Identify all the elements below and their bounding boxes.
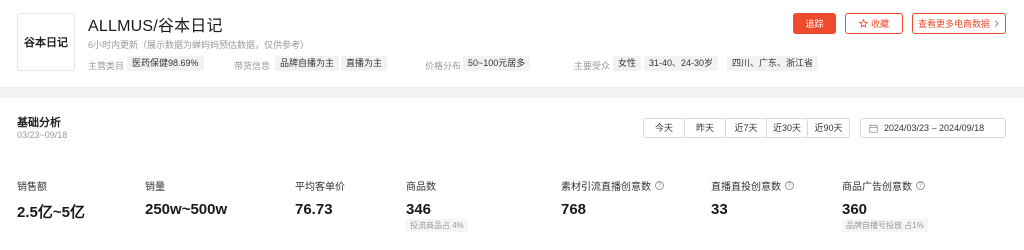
tab-30-days[interactable]: 近30天 — [767, 119, 808, 137]
metric-live-direct-creatives: 直播直投创意数 ? 33 — [711, 178, 794, 218]
track-button[interactable]: 追踪 — [793, 13, 836, 34]
section-date: 03/23~09/18 — [17, 130, 68, 140]
metric-label: 销售额 — [17, 182, 47, 193]
price-label: 价格分布 — [425, 61, 462, 71]
metric-label-text: 商品广告创意数 — [842, 182, 912, 193]
audience-tag: 女性 — [613, 56, 642, 71]
metric-value: 76.73 — [295, 201, 333, 218]
metric-product-count: 商品数 346 投流商品占 4% — [406, 178, 468, 232]
price-tag: 50~100元居多 — [463, 56, 531, 71]
metric-label: 直播直投创意数 ? — [711, 178, 794, 193]
category-tag: 医药保健98.69% — [127, 56, 204, 71]
update-note: 6小时内更新（展示数据为蝉妈妈预估数据，仅供参考） — [88, 40, 310, 50]
shop-logo-text: 谷本日记 — [24, 37, 68, 49]
chevron-right-icon — [994, 20, 999, 27]
metric-live-creatives: 素材引流直播创意数 ? 768 — [561, 178, 664, 218]
metric-sales-amount: 销售额 2.5亿~5亿 — [17, 178, 85, 222]
metric-value: 768 — [561, 201, 587, 218]
tab-today[interactable]: 今天 — [644, 119, 685, 137]
help-icon[interactable]: ? — [785, 181, 794, 190]
date-range-picker[interactable]: 2024/03/23 – 2024/09/18 — [860, 118, 1006, 138]
star-icon — [858, 19, 868, 28]
help-icon[interactable]: ? — [655, 181, 664, 190]
tab-yesterday[interactable]: 昨天 — [685, 119, 726, 137]
more-data-label: 查看更多电商数据 — [917, 19, 990, 29]
date-range-text: 2024/03/23 – 2024/09/18 — [884, 123, 985, 133]
metric-product-ad-creatives: 商品广告创意数 ? 360 品牌自播号投放 占1% — [842, 178, 928, 232]
delivery-tag: 品牌自播为主 — [275, 56, 340, 71]
tab-90-days[interactable]: 近90天 — [808, 119, 849, 137]
metric-label: 平均客单价 — [295, 182, 345, 193]
metric-value: 250w~500w — [145, 201, 228, 218]
metric-label: 销量 — [145, 182, 165, 193]
more-data-button[interactable]: 查看更多电商数据 — [912, 13, 1006, 34]
date-range-tabs: 今天 昨天 近7天 近30天 近90天 — [643, 118, 850, 138]
delivery-tag: 直播为主 — [341, 56, 388, 71]
audience-tag: 31-40、24-30岁 — [644, 56, 719, 71]
metric-sub: 品牌自播号投放 占1% — [842, 219, 928, 232]
metric-label: 商品数 — [406, 182, 436, 193]
category-label: 主营类目 — [88, 61, 125, 71]
audience-tag: 四川、广东、浙江省 — [727, 56, 819, 71]
delivery-label: 带货信息 — [234, 61, 271, 71]
favorite-button-label: 收藏 — [870, 19, 889, 29]
audience-label: 主要受众 — [574, 61, 611, 71]
metric-label-text: 直播直投创意数 — [711, 182, 781, 193]
track-button-label: 追踪 — [805, 19, 824, 29]
metric-label: 素材引流直播创意数 ? — [561, 178, 664, 193]
metric-label: 商品广告创意数 ? — [842, 178, 925, 193]
section-title: 基础分析 — [17, 117, 61, 129]
metric-value: 2.5亿~5亿 — [17, 204, 85, 221]
shop-title: ALLMUS/谷本日记 — [88, 18, 223, 35]
metric-label-text: 素材引流直播创意数 — [561, 182, 651, 193]
metric-value: 360 — [842, 201, 868, 218]
metric-avg-price: 平均客单价 76.73 — [295, 178, 345, 218]
shop-meta-row: 主营类目 医药保健98.69% 带货信息 品牌自播为主 直播为主 价格分布 50… — [0, 56, 1024, 72]
metric-value: 33 — [711, 201, 728, 218]
calendar-icon — [869, 123, 878, 133]
metric-sales-volume: 销量 250w~500w — [145, 178, 227, 218]
favorite-button[interactable]: 收藏 — [845, 13, 903, 34]
metric-value: 346 — [406, 201, 432, 218]
tab-7-days[interactable]: 近7天 — [726, 119, 767, 137]
shop-header: 谷本日记 ALLMUS/谷本日记 6小时内更新（展示数据为蝉妈妈预估数据，仅供参… — [0, 0, 1024, 88]
help-icon[interactable]: ? — [916, 181, 925, 190]
metric-sub: 投流商品占 4% — [406, 219, 468, 232]
